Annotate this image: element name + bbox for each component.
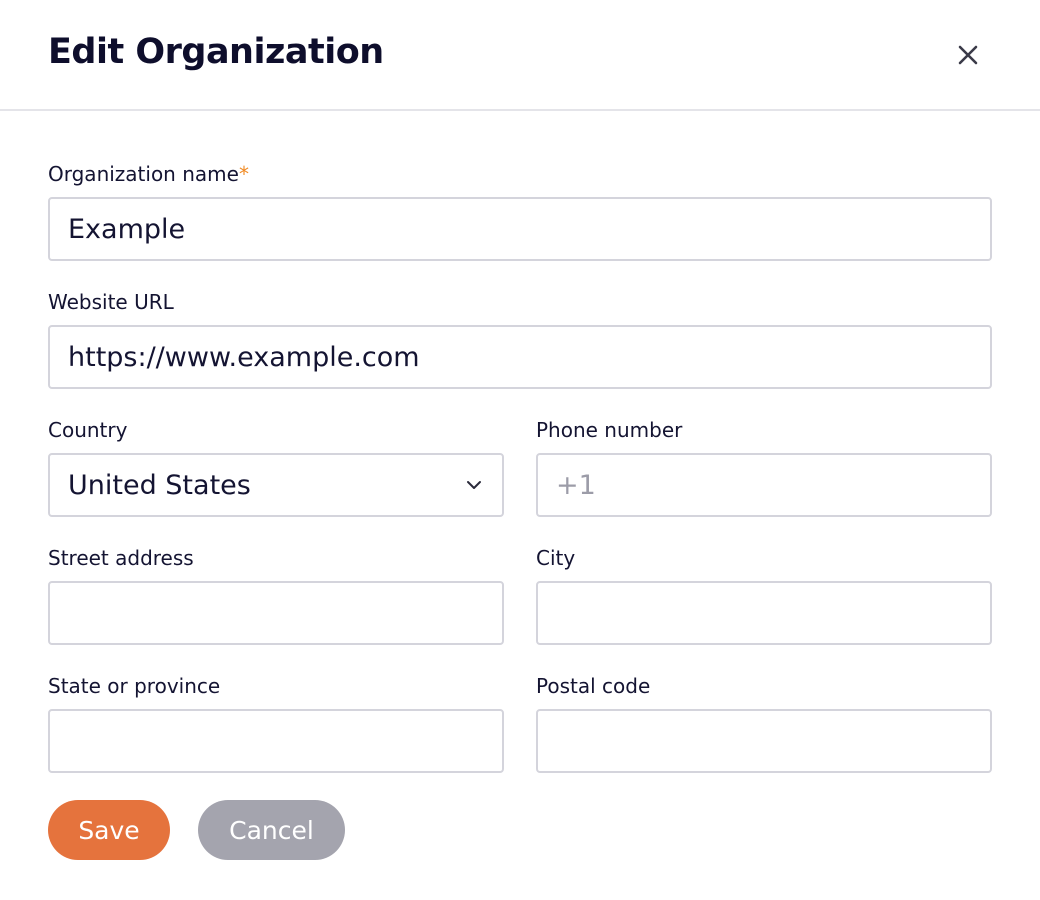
state-or-province-label: State or province xyxy=(48,674,221,698)
phone-number-placeholder: +1 xyxy=(556,469,596,501)
website-url-label: Website URL xyxy=(48,290,174,314)
country-field: Country United States xyxy=(48,417,504,517)
website-url-input[interactable]: https://www.example.com xyxy=(48,325,992,389)
phone-number-label: Phone number xyxy=(536,418,683,442)
street-address-label: Street address xyxy=(48,546,194,570)
chevron-down-icon xyxy=(467,481,481,489)
required-marker: * xyxy=(238,162,249,186)
postal-code-label: Postal code xyxy=(536,674,651,698)
dialog-header: Edit Organization xyxy=(0,0,1040,111)
postal-code-input[interactable] xyxy=(536,709,992,773)
country-selected-value: United States xyxy=(68,469,251,501)
postal-code-field: Postal code xyxy=(536,673,992,773)
city-label: City xyxy=(536,546,576,570)
state-or-province-input[interactable] xyxy=(48,709,504,773)
dialog-title: Edit Organization xyxy=(48,32,384,72)
organization-name-field: Organization name* Example xyxy=(48,161,992,261)
website-url-field: Website URL https://www.example.com xyxy=(48,289,992,389)
country-select[interactable]: United States xyxy=(48,453,504,517)
country-label: Country xyxy=(48,418,128,442)
cancel-button[interactable]: Cancel xyxy=(198,800,345,860)
city-input[interactable] xyxy=(536,581,992,645)
phone-number-input[interactable]: +1 xyxy=(536,453,992,517)
close-button[interactable] xyxy=(952,39,984,71)
phone-number-field: Phone number +1 xyxy=(536,417,992,517)
street-address-field: Street address xyxy=(48,545,504,645)
website-url-value: https://www.example.com xyxy=(68,341,420,373)
organization-name-label: Organization name* xyxy=(48,162,249,186)
state-or-province-field: State or province xyxy=(48,673,504,773)
save-button[interactable]: Save xyxy=(48,800,170,860)
close-icon xyxy=(958,45,978,65)
organization-name-input[interactable]: Example xyxy=(48,197,992,261)
city-field: City xyxy=(536,545,992,645)
street-address-input[interactable] xyxy=(48,581,504,645)
organization-name-value: Example xyxy=(68,213,186,245)
